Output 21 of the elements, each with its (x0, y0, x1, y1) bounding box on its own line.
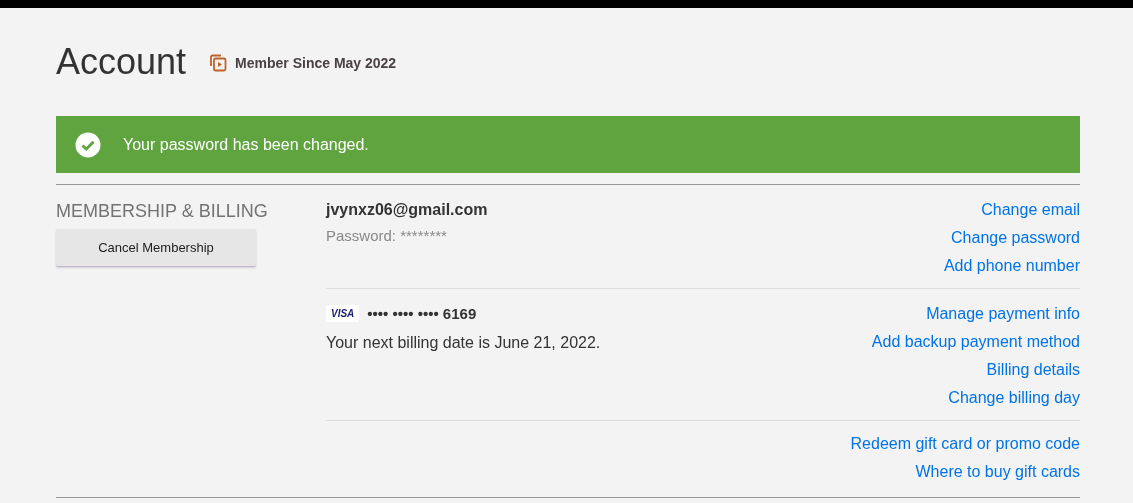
link[interactable]: Add phone number (943, 252, 1080, 280)
link[interactable]: Add backup payment method (871, 328, 1080, 356)
cancel-membership-button[interactable]: Cancel Membership (56, 229, 256, 267)
link[interactable]: Change email (981, 196, 1080, 224)
alert-message: Your password has been changed. (123, 135, 369, 154)
check-icon (75, 131, 101, 158)
email-address: jvynxz06@gmail.com (326, 201, 488, 219)
link[interactable]: Change password (951, 224, 1080, 252)
link[interactable]: Where to buy gift cards (915, 458, 1080, 486)
link[interactable]: Manage payment info (926, 300, 1080, 328)
video-icon (208, 53, 229, 73)
page-title: Account (56, 41, 187, 83)
billing-date: Your next billing date is June 21, 2022. (326, 334, 601, 352)
password-text: Password: ******** (326, 227, 448, 244)
link[interactable]: Change billing day (948, 384, 1080, 412)
section-heading: MEMBERSHIP & BILLING (56, 201, 269, 222)
link[interactable]: Redeem gift card or promo code (850, 430, 1080, 458)
card-logo: VISA (326, 305, 360, 322)
card-number: •••• •••• •••• 6169 (367, 305, 477, 322)
member-since: Member Since May 2022 (235, 55, 397, 71)
link[interactable]: Billing details (986, 356, 1080, 384)
